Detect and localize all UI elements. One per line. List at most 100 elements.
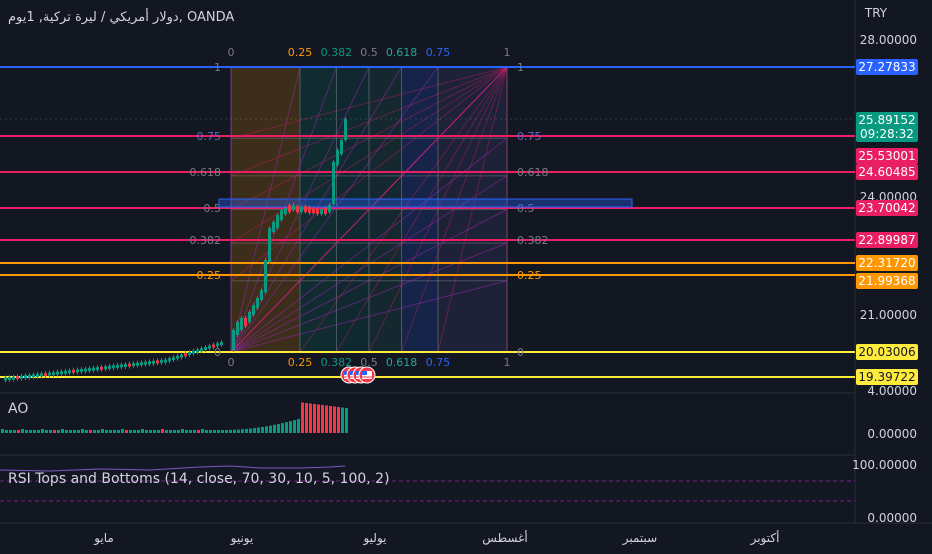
fib-right-label: 0.75 — [517, 130, 542, 143]
ao-bar — [305, 403, 308, 433]
candle — [316, 209, 319, 214]
candle — [244, 318, 247, 326]
ao-pane-label[interactable]: AO — [8, 401, 28, 417]
ao-bar — [225, 429, 228, 433]
candle — [124, 364, 127, 367]
candle — [344, 119, 347, 140]
ao-bar — [281, 423, 284, 433]
candle — [104, 366, 107, 370]
fib-right-label: 0.25 — [517, 269, 542, 282]
ao-bar — [77, 430, 80, 433]
time-axis-label: يونيو — [230, 531, 254, 546]
time-axis-label: أغسطس — [482, 530, 527, 546]
fib-bottom-label: 0.618 — [386, 356, 418, 369]
ao-bar — [285, 422, 288, 433]
price-tag-label: 22.31720 — [858, 256, 915, 270]
ao-bar — [189, 430, 192, 433]
ao-bar — [137, 430, 140, 433]
ao-bar — [297, 418, 300, 433]
candle — [40, 373, 43, 377]
ao-bar — [241, 429, 244, 433]
price-tag: 22.89987 — [856, 232, 918, 248]
fib-bottom-label: 0.25 — [288, 356, 313, 369]
ao-bar — [325, 405, 328, 433]
price-tag: 19.39722 — [856, 369, 918, 385]
ao-bar — [205, 430, 208, 433]
candle — [60, 371, 63, 375]
currency-label: TRY — [864, 6, 888, 20]
ao-bar — [289, 421, 292, 433]
ao-bar — [177, 430, 180, 433]
ao-bar — [53, 430, 56, 433]
ao-bar — [37, 430, 40, 433]
candle — [156, 360, 159, 364]
ao-bar — [21, 429, 24, 433]
ao-bar — [233, 429, 236, 433]
candle — [32, 374, 35, 378]
ao-bar — [193, 430, 196, 433]
ao-bar — [221, 430, 224, 433]
candle — [16, 376, 19, 380]
candle — [96, 367, 99, 371]
candle — [168, 358, 171, 362]
ao-bar — [157, 430, 160, 433]
fib-top-label: 0.5 — [360, 46, 378, 59]
ao-bar — [237, 429, 240, 433]
ao-bar — [173, 430, 176, 433]
price-chart[interactable]: 0 0.25 0.382 0.5 0.618 0.75 10 0.25 0.382 0.5 0.61… — [0, 0, 932, 550]
price-tag: 24.60485 — [856, 164, 918, 180]
fib-bottom-label: 0 — [228, 356, 235, 369]
price-tag: 22.31720 — [856, 255, 918, 271]
ao-bar — [149, 430, 152, 433]
price-tag-label: 25.89152 — [858, 113, 915, 127]
ao-bar — [141, 429, 144, 433]
ao-bar — [133, 430, 136, 433]
candle — [72, 369, 75, 373]
candle — [176, 355, 179, 359]
rsi-pane-label[interactable]: RSI Tops and Bottoms (14, close, 70, 30,… — [8, 471, 390, 487]
candle — [212, 344, 215, 348]
ao-bar — [345, 408, 348, 433]
ao-bar — [97, 430, 100, 433]
symbol-title[interactable]: دولار أمريكي / ليرة تركية, 1يوم, OANDA — [8, 10, 234, 25]
fib-zone-highlight — [218, 198, 633, 208]
fib-left-label: 0.5 — [204, 202, 222, 215]
candle — [8, 377, 11, 381]
candle — [44, 373, 47, 376]
candle — [268, 228, 271, 262]
candle — [92, 367, 95, 371]
ao-bar — [213, 430, 216, 433]
ao-bar — [169, 430, 172, 433]
candle — [256, 298, 259, 308]
candle — [76, 369, 79, 373]
ao-bar — [249, 428, 252, 433]
price-axis-tick: 28.00000 — [860, 33, 917, 47]
candle — [320, 209, 323, 214]
ao-bar — [129, 430, 132, 433]
fib-left-label: 0.75 — [197, 130, 222, 143]
candle — [272, 222, 275, 232]
price-tag: 20.03006 — [856, 344, 918, 360]
price-axis-tick: 4.00000 — [867, 384, 917, 398]
ao-bar — [25, 430, 28, 433]
price-tag-label: 23.70042 — [858, 201, 915, 215]
candle — [28, 374, 31, 378]
ao-bar — [81, 429, 84, 433]
candle — [120, 364, 123, 368]
ao-bar — [209, 430, 212, 433]
ao-bar — [85, 430, 88, 433]
fib-right-label: 0.618 — [517, 166, 549, 179]
candle — [160, 359, 163, 363]
ao-bar — [293, 420, 296, 433]
ao-bar — [317, 404, 320, 433]
candle — [308, 207, 311, 213]
candle — [300, 207, 303, 212]
candle — [292, 205, 295, 210]
candle — [188, 352, 191, 355]
ao-bar — [341, 407, 344, 433]
candle — [48, 372, 51, 376]
candle — [304, 206, 307, 212]
candle — [276, 215, 279, 228]
ao-bar — [93, 430, 96, 433]
candle — [216, 343, 219, 347]
